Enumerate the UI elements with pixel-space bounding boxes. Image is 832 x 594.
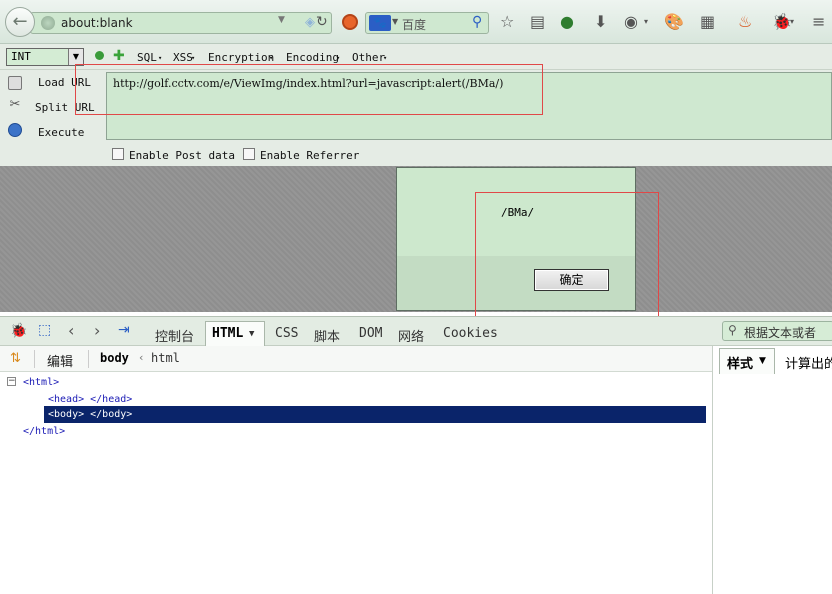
history-dropdown-icon[interactable]: ▼ — [278, 15, 285, 25]
edit-tree-icon[interactable]: ⇅ — [10, 351, 21, 366]
address-text: about:blank — [61, 16, 133, 30]
bookmark-star-icon[interactable]: ☆ — [500, 14, 514, 30]
menu-encoding[interactable]: Encoding — [286, 51, 339, 64]
tab-css[interactable]: CSS — [275, 326, 298, 341]
enable-referrer-checkbox[interactable] — [243, 148, 255, 160]
page-cube-icon: ◈ — [305, 15, 315, 30]
menu-other[interactable]: Other — [352, 51, 385, 64]
menu-icon[interactable]: ≡ — [812, 14, 825, 30]
account-dropdown-icon[interactable]: ▾ — [644, 14, 648, 30]
tree-node-body: <body> </body> — [48, 409, 133, 420]
enable-post-checkbox[interactable] — [112, 148, 124, 160]
edit-button[interactable]: 编辑 — [47, 351, 73, 370]
tab-network[interactable]: 网络 — [398, 326, 424, 345]
scissors-icon[interactable]: ✂ — [8, 98, 22, 112]
tab-dom[interactable]: DOM — [359, 326, 382, 341]
tree-node-html-close[interactable]: </html> — [23, 426, 65, 437]
menu-sql[interactable]: SQL — [137, 51, 157, 64]
other-dropdown-icon: ▾ — [383, 54, 388, 62]
tree-node-html-open[interactable]: <html> — [23, 377, 59, 388]
highlight-box-url — [75, 64, 543, 115]
back-button[interactable]: ← — [5, 7, 35, 37]
tab-script[interactable]: 脚本 — [314, 326, 340, 345]
engine-dropdown-icon[interactable]: ▼ — [392, 17, 398, 26]
tab-cookies[interactable]: Cookies — [443, 326, 498, 341]
breadcrumb-separator-icon: ‹ — [139, 351, 144, 364]
baidu-paw-icon[interactable]: 🐾 — [369, 15, 391, 31]
account-icon[interactable]: ◉ — [624, 14, 638, 30]
load-url-icon[interactable] — [8, 76, 22, 90]
menu-encryption[interactable]: Encryption — [208, 51, 274, 64]
decrease-button[interactable] — [95, 51, 104, 60]
divider — [34, 350, 35, 368]
encryption-dropdown-icon: ▾ — [269, 54, 274, 62]
encoding-dropdown-icon: ▾ — [336, 54, 341, 62]
tab-html-dropdown-icon[interactable]: ▼ — [249, 329, 254, 339]
globe-icon — [41, 16, 55, 30]
qr-code-icon[interactable]: ▦ — [700, 14, 715, 30]
download-icon[interactable]: ⬇ — [594, 14, 607, 30]
firebug-toolbar: 🐞 ⬚ ‹ › ⇥ 控制台 HTML ▼ CSS 脚本 DOM 网络 Cooki… — [0, 316, 832, 348]
address-bar[interactable]: about:blank ▼ ◈ ↻ — [30, 12, 332, 34]
adblock-icon[interactable] — [342, 14, 358, 30]
enable-post-label: Enable Post data — [129, 149, 235, 162]
execute-button[interactable]: Execute — [38, 126, 84, 139]
forward-nav-icon[interactable]: › — [94, 321, 100, 340]
reload-icon[interactable]: ↻ — [316, 14, 328, 30]
search-box[interactable]: 🐾 ▼ 百度 ⚲ — [365, 12, 489, 34]
back-nav-icon[interactable]: ‹ — [68, 321, 74, 340]
collapse-icon[interactable]: − — [7, 377, 16, 386]
chevron-down-icon[interactable]: ▼ — [68, 49, 83, 65]
tab-style[interactable]: 样式 — [727, 353, 753, 372]
command-line-icon[interactable]: ⇥ — [118, 322, 130, 338]
type-select[interactable]: INT ▼ — [6, 48, 84, 66]
firebug-search-input[interactable]: ⚲ 根据文本或者 — [722, 321, 832, 341]
sql-dropdown-icon: ▾ — [158, 54, 163, 62]
tree-node-head[interactable]: <head> </head> — [48, 394, 132, 405]
firebug-subbar: ⇅ 编辑 body ‹ html — [0, 346, 832, 372]
navigation-bar: about:blank ▼ ◈ ↻ ← 🐾 ▼ 百度 ⚲ ☆ ▤ ● ⬇ ◉ ▾… — [0, 0, 832, 44]
firebug-side-panel: 样式 ▼ 计算出的 — [712, 346, 832, 594]
execute-icon[interactable] — [8, 123, 22, 137]
search-icon[interactable]: ⚲ — [472, 14, 482, 30]
shield-icon[interactable]: ● — [560, 14, 574, 30]
breadcrumb-body[interactable]: body — [100, 351, 129, 365]
search-icon: ⚲ — [728, 323, 737, 337]
highlight-box-alert — [475, 192, 659, 329]
tab-console[interactable]: 控制台 — [155, 326, 194, 345]
search-placeholder: 根据文本或者 — [744, 326, 817, 340]
firebug-icon[interactable]: 🐞 — [10, 323, 27, 339]
xss-dropdown-icon: ▾ — [191, 54, 196, 62]
increase-button[interactable]: ✚ — [113, 49, 125, 63]
breadcrumb-html[interactable]: html — [151, 351, 180, 365]
palette-icon[interactable]: 🎨 — [664, 14, 684, 30]
tab-html[interactable]: HTML — [212, 326, 243, 341]
menu-xss[interactable]: XSS — [173, 51, 193, 64]
tab-style-dropdown-icon[interactable]: ▼ — [759, 356, 766, 366]
reader-icon[interactable]: ▤ — [530, 14, 545, 30]
fire-icon[interactable]: ♨ — [738, 14, 752, 30]
tree-node-body-selected[interactable]: <body> </body> — [44, 406, 706, 423]
inspect-icon[interactable]: ⬚ — [38, 322, 51, 338]
enable-referrer-label: Enable Referrer — [260, 149, 360, 162]
firebug-dropdown-icon[interactable]: ▾ — [790, 14, 794, 30]
firebug-icon[interactable]: 🐞 — [772, 14, 792, 30]
tab-computed[interactable]: 计算出的 — [785, 353, 832, 372]
type-select-value: INT — [11, 50, 31, 63]
divider — [88, 350, 89, 368]
search-engine-name: 百度 — [402, 18, 427, 32]
